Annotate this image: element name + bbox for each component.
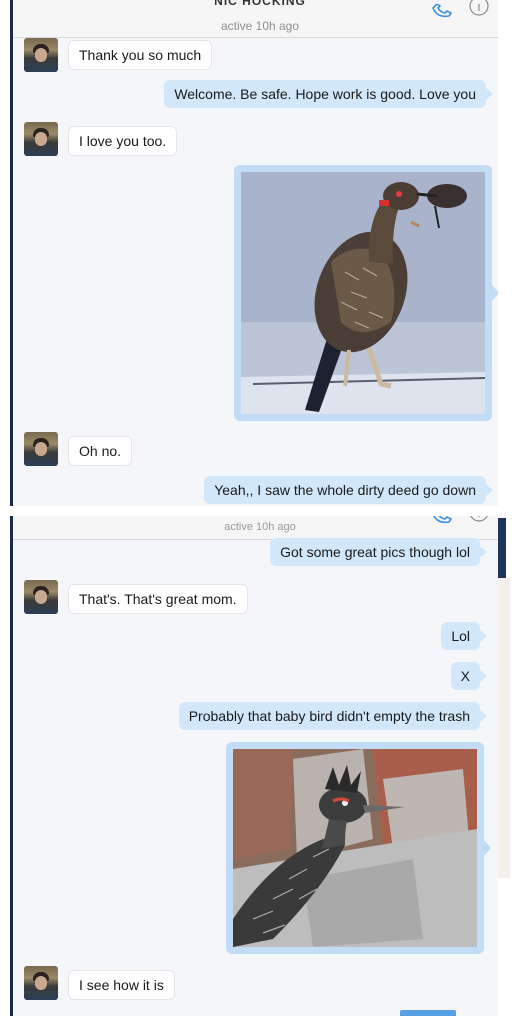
contact-avatar[interactable]: [24, 38, 58, 72]
chat-panel-bottom: active 10h ago Got some great pics thoug…: [10, 516, 498, 1016]
edge-strip: [498, 518, 506, 578]
message-incoming[interactable]: Oh no.: [68, 436, 133, 466]
info-icon[interactable]: [468, 516, 490, 524]
contact-avatar[interactable]: [24, 966, 58, 1000]
chat-panel-top: NIC HOCKING active 10h ago Thank you so …: [10, 0, 498, 506]
phone-icon[interactable]: [431, 516, 453, 526]
message-outgoing[interactable]: Probably that baby bird didn't empty the…: [178, 702, 488, 730]
roadrunner-with-prey-image: [241, 172, 485, 414]
photo-message[interactable]: [234, 165, 498, 421]
active-status: active 10h ago: [220, 19, 300, 33]
message-outgoing[interactable]: Yeah,, I saw the whole dirty deed go dow…: [204, 476, 493, 504]
info-icon[interactable]: [468, 0, 490, 18]
roadrunner-photo[interactable]: [241, 172, 485, 414]
contact-avatar[interactable]: [24, 580, 58, 614]
contact-avatar[interactable]: [24, 122, 58, 156]
chat-header: active 10h ago: [10, 516, 498, 540]
photo-message[interactable]: [226, 742, 491, 954]
message-outgoing[interactable]: X: [450, 662, 488, 690]
roadrunner-photo[interactable]: [233, 749, 477, 947]
message-outgoing[interactable]: Welcome. Be safe. Hope work is good. Lov…: [164, 80, 493, 108]
message-outgoing[interactable]: Lol: [441, 622, 487, 650]
phone-icon[interactable]: [431, 4, 453, 20]
chat-header: NIC HOCKING active 10h ago: [10, 0, 498, 38]
sent-indicator: [400, 1010, 456, 1016]
edge-strip: [498, 578, 510, 878]
message-incoming[interactable]: I love you too.: [68, 126, 178, 156]
message-incoming[interactable]: I see how it is: [68, 970, 175, 1000]
contact-name[interactable]: NIC HOCKING: [160, 0, 360, 8]
active-status: active 10h ago: [224, 521, 296, 533]
roadrunner-by-stones-image: [233, 749, 477, 947]
message-incoming[interactable]: That's. That's great mom.: [68, 584, 248, 614]
message-outgoing[interactable]: Got some great pics though lol: [270, 538, 487, 566]
contact-avatar[interactable]: [24, 432, 58, 466]
message-incoming[interactable]: Thank you so much: [68, 40, 213, 70]
